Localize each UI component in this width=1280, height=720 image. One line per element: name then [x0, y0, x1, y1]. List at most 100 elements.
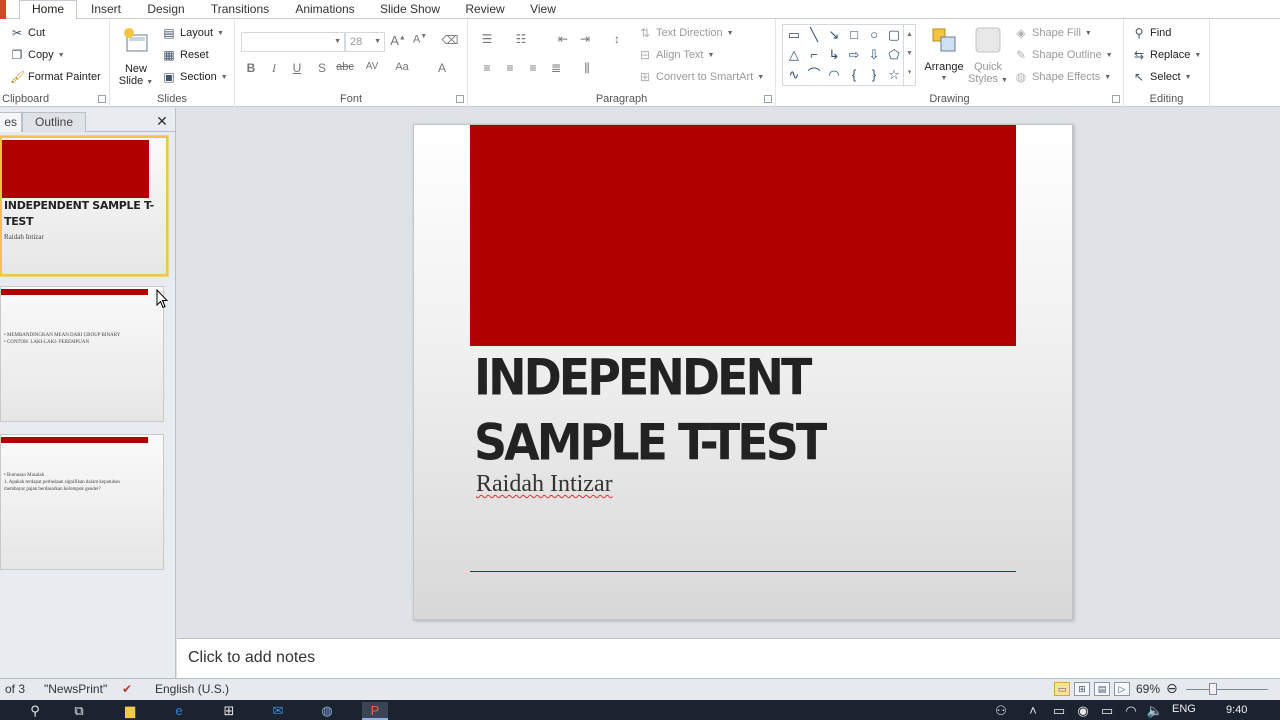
align-center-icon[interactable]: ≡ — [501, 61, 519, 75]
rounded-rectangle-shape-icon[interactable]: ▢ — [885, 26, 903, 44]
tab-insert[interactable]: Insert — [82, 1, 130, 19]
quick-styles-button[interactable]: Quick Styles ▼ — [966, 25, 1010, 87]
elbow-arrow-icon[interactable]: ↳ — [825, 46, 843, 64]
replace-button[interactable]: ⇆ Replace ▼ — [1132, 45, 1201, 65]
italic-icon[interactable]: I — [265, 61, 283, 76]
store-icon[interactable]: ⊞ — [216, 702, 242, 720]
shadow-icon[interactable]: S — [313, 61, 331, 75]
shapes-gallery[interactable]: ▭ ╲ ↘ □ ○ ▢ △ ⌐ ↳ ⇨ ⇩ ⬠ ∿ ⌒ ◠ { } ☆ ▲ ▼ ▾ — [782, 24, 916, 86]
down-arrow-shape-icon[interactable]: ⇩ — [865, 46, 883, 64]
notes-placeholder[interactable]: Click to add notes — [188, 649, 315, 667]
right-brace-shape-icon[interactable]: } — [865, 66, 883, 84]
shape-outline-button[interactable]: ✎ Shape Outline ▼ — [1014, 45, 1113, 65]
star-shape-icon[interactable]: ☆ — [885, 66, 903, 84]
font-size-combo[interactable]: 28 ▼ — [345, 32, 385, 52]
tab-animations[interactable]: Animations — [288, 1, 362, 19]
input-language[interactable]: ENG — [1172, 703, 1196, 715]
rectangle-shape-icon[interactable]: □ — [845, 26, 863, 44]
zoom-slider-track[interactable] — [1186, 689, 1268, 690]
freeform-shape-icon[interactable]: ∿ — [785, 66, 803, 84]
search-icon[interactable]: ⚲ — [22, 702, 48, 720]
slide-thumbnail-1[interactable]: INDEPENDENT SAMPLE T-TEST Raidah Intizar — [0, 136, 168, 276]
slide-canvas[interactable]: INDEPENDENT SAMPLE T-TEST Raidah Intizar — [413, 124, 1073, 620]
tab-design[interactable]: Design — [140, 1, 192, 19]
slide-thumbnail-3[interactable]: • Rumusan Masalah 1. Apakah terdapat per… — [0, 434, 164, 570]
increase-indent-icon[interactable]: ⇥ — [576, 32, 594, 46]
tab-transitions[interactable]: Transitions — [204, 1, 276, 19]
line-spacing-icon[interactable]: ↕ — [608, 32, 626, 46]
network-icon[interactable]: ◉ — [1070, 702, 1096, 720]
bullets-icon[interactable]: ☰ — [478, 32, 496, 46]
wifi-icon[interactable]: ◠ — [1118, 702, 1144, 720]
convert-smartart-button[interactable]: ⊞ Convert to SmartArt ▼ — [638, 67, 764, 87]
shape-fill-button[interactable]: ◈ Shape Fill ▼ — [1014, 23, 1091, 43]
tab-slides[interactable]: es — [0, 112, 22, 132]
align-right-icon[interactable]: ≡ — [524, 61, 542, 75]
slide-show-view-icon[interactable]: ▷ — [1114, 682, 1130, 696]
arrange-button[interactable]: Arrange ▼ — [920, 25, 968, 85]
volume-icon[interactable]: 🔈 — [1142, 702, 1168, 720]
font-name-combo[interactable]: ▼ — [241, 32, 345, 52]
task-view-icon[interactable]: ⧉ — [66, 702, 92, 720]
paragraph-launcher-icon[interactable] — [764, 95, 772, 103]
arrow-line-shape-icon[interactable]: ↘ — [825, 26, 843, 44]
shapes-gallery-scroll[interactable]: ▲ ▼ ▾ — [903, 25, 915, 85]
decrease-indent-icon[interactable]: ⇤ — [554, 32, 572, 46]
notes-pane[interactable]: Click to add notes — [177, 638, 1280, 678]
format-painter-button[interactable]: 🖌 Format Painter — [10, 67, 101, 87]
zoom-slider-thumb[interactable] — [1208, 683, 1217, 695]
change-case-icon[interactable]: Aa — [393, 61, 411, 73]
section-button[interactable]: ▣ Section ▼ — [162, 67, 227, 87]
grow-font-icon[interactable]: A▲ — [389, 33, 407, 48]
spelling-check-icon[interactable]: ✔ — [122, 682, 132, 696]
font-color-icon[interactable]: A — [433, 61, 451, 75]
normal-view-icon[interactable]: ▭ — [1054, 682, 1070, 696]
cut-button[interactable]: ✂ Cut — [10, 23, 45, 43]
font-launcher-icon[interactable] — [456, 95, 464, 103]
numbering-icon[interactable]: ☷ — [512, 32, 530, 46]
oval-shape-icon[interactable]: ○ — [865, 26, 883, 44]
clock[interactable]: 9:40 — [1226, 704, 1247, 716]
tab-slide-show[interactable]: Slide Show — [375, 1, 445, 19]
align-text-button[interactable]: ⊟ Align Text ▼ — [638, 45, 714, 65]
language-indicator[interactable]: English (U.S.) — [155, 682, 229, 696]
align-left-icon[interactable]: ≡ — [478, 61, 496, 75]
tab-home[interactable]: Home — [19, 0, 77, 20]
zoom-out-icon[interactable]: ⊖ — [1166, 680, 1178, 697]
line-shape-icon[interactable]: ╲ — [805, 26, 823, 44]
slide-title[interactable]: INDEPENDENT SAMPLE T-TEST — [474, 345, 994, 475]
columns-icon[interactable]: ⫼ — [578, 61, 596, 76]
slide-sorter-icon[interactable]: ⊞ — [1074, 682, 1090, 696]
underline-icon[interactable]: U — [288, 61, 306, 75]
monitor-icon[interactable]: ▭ — [1046, 702, 1072, 720]
slide-thumbnail-2[interactable]: • MEMBANDINGKAN MEAN DARI GROUP BINARY •… — [0, 286, 164, 422]
triangle-shape-icon[interactable]: △ — [785, 46, 803, 64]
zoom-level[interactable]: 69% — [1136, 682, 1160, 696]
people-icon[interactable]: ⚇ — [988, 702, 1014, 720]
arc-shape-icon[interactable]: ◠ — [825, 66, 843, 84]
justify-icon[interactable]: ≣ — [547, 61, 565, 75]
close-icon[interactable]: ✕ — [155, 114, 169, 128]
clipboard-launcher-icon[interactable] — [98, 95, 106, 103]
new-slide-button[interactable]: New Slide ▼ — [118, 27, 154, 89]
layout-button[interactable]: ▤ Layout ▼ — [162, 23, 224, 43]
file-tab[interactable] — [0, 0, 6, 19]
bold-icon[interactable]: B — [242, 61, 260, 75]
tab-view[interactable]: View — [522, 1, 564, 19]
textbox-shape-icon[interactable]: ▭ — [785, 26, 803, 44]
find-button[interactable]: ⚲ Find — [1132, 23, 1172, 43]
right-arrow-shape-icon[interactable]: ⇨ — [845, 46, 863, 64]
slide-subtitle[interactable]: Raidah Intizar — [476, 471, 613, 498]
reading-view-icon[interactable]: ▤ — [1094, 682, 1110, 696]
powerpoint-app-icon[interactable]: P — [362, 702, 388, 720]
slide-red-block[interactable] — [470, 125, 1016, 346]
drawing-launcher-icon[interactable] — [1112, 95, 1120, 103]
theme-name[interactable]: "NewsPrint" — [44, 682, 107, 696]
mail-icon[interactable]: ✉ — [265, 702, 291, 720]
left-brace-shape-icon[interactable]: { — [845, 66, 863, 84]
elbow-connector-icon[interactable]: ⌐ — [805, 46, 823, 64]
edge-browser-icon[interactable]: e — [166, 702, 192, 720]
tab-review[interactable]: Review — [459, 1, 511, 19]
reset-button[interactable]: ▦ Reset — [162, 45, 208, 65]
battery-icon[interactable]: ▭ — [1094, 702, 1120, 720]
